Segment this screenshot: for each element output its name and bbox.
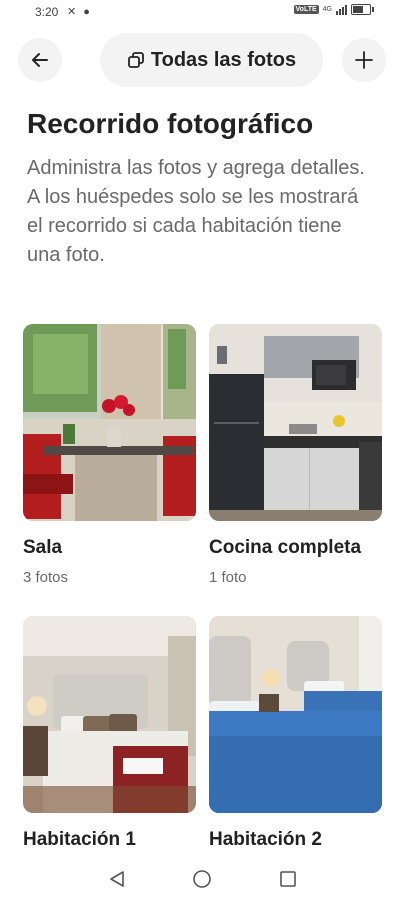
circle-home-icon bbox=[193, 870, 211, 888]
room-card-sala[interactable]: Sala 3 fotos bbox=[23, 324, 196, 586]
add-button[interactable] bbox=[342, 38, 386, 82]
triangle-back-icon bbox=[110, 871, 124, 887]
plus-icon bbox=[355, 51, 373, 69]
all-photos-button[interactable]: Todas las fotos bbox=[100, 33, 323, 87]
room-photo-count: 1 foto bbox=[209, 569, 247, 586]
room-name: Cocina completa bbox=[209, 537, 362, 558]
signal-icon bbox=[336, 4, 347, 15]
square-recent-icon bbox=[280, 871, 296, 887]
system-nav-bar bbox=[0, 856, 405, 900]
status-right-icons: VoLTE 4G bbox=[293, 4, 374, 15]
notification-icons: ✕ ● bbox=[67, 6, 92, 18]
room-photo-sala[interactable] bbox=[23, 324, 196, 521]
room-name: Habitación 2 bbox=[209, 829, 322, 850]
room-photo-cocina[interactable] bbox=[209, 324, 382, 521]
photo-stack-icon bbox=[127, 52, 144, 68]
status-bar: 3:20 ✕ ● VoLTE 4G bbox=[0, 0, 405, 24]
arrow-left-icon bbox=[32, 53, 48, 67]
room-photo-count: 3 fotos bbox=[23, 569, 69, 586]
room-card-habitacion-1[interactable]: Habitación 1 bbox=[23, 616, 196, 850]
room-photo-habitacion-1[interactable] bbox=[23, 616, 196, 813]
nav-recent-button[interactable] bbox=[275, 866, 301, 892]
volte-badge: VoLTE bbox=[293, 5, 319, 14]
room-name: Sala bbox=[23, 537, 63, 558]
room-photo-habitacion-2[interactable] bbox=[209, 616, 382, 813]
page-title: Recorrido fotográfico bbox=[27, 108, 314, 139]
network-type: 4G bbox=[322, 6, 332, 13]
room-name: Habitación 1 bbox=[23, 829, 136, 850]
battery-level bbox=[353, 6, 363, 13]
room-card-cocina[interactable]: Cocina completa 1 foto bbox=[209, 324, 382, 586]
page-description: Administra las fotos y agrega detalles. … bbox=[27, 157, 365, 266]
status-time: 3:20 bbox=[35, 5, 59, 19]
battery-icon bbox=[351, 4, 374, 15]
all-photos-label: Todas las fotos bbox=[150, 48, 297, 71]
nav-home-button[interactable] bbox=[189, 866, 215, 892]
back-button[interactable] bbox=[18, 38, 62, 82]
nav-back-button[interactable] bbox=[104, 866, 130, 892]
room-card-habitacion-2[interactable]: Habitación 2 bbox=[209, 616, 382, 850]
